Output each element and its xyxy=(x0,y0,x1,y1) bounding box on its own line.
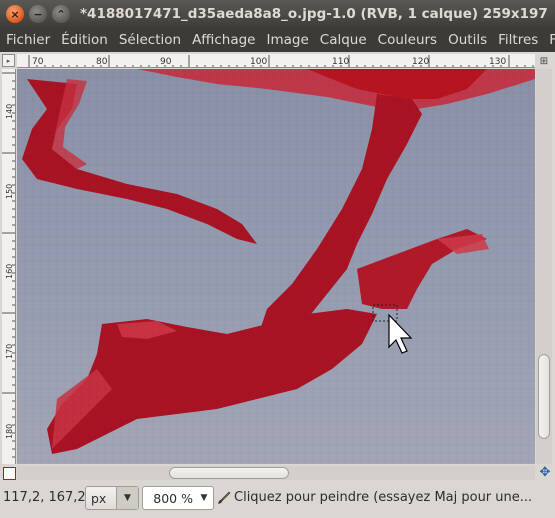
horizontal-ruler-ticks: 70 80 90 100 110 120 130 xyxy=(28,55,534,67)
maximize-window-button[interactable]: ⌃ xyxy=(52,5,70,23)
vertical-scrollbar[interactable] xyxy=(536,69,552,464)
menu-image[interactable]: Image xyxy=(260,32,313,48)
menu-couleurs[interactable]: Couleurs xyxy=(372,32,442,48)
ruler-label-90: 90 xyxy=(160,57,172,67)
vertical-ruler[interactable]: 140 150 160 170 180 xyxy=(2,69,16,464)
horizontal-scroll-thumb[interactable] xyxy=(169,467,289,479)
window-title: *4188017471_d35aeda8a8_o.jpg-1.0 (RVB, 1… xyxy=(80,6,548,22)
ruler-label-160: 160 xyxy=(5,264,14,279)
ruler-label-170: 170 xyxy=(5,344,14,359)
menu-arrow-icon[interactable]: ▸ xyxy=(2,54,15,67)
ruler-label-130: 130 xyxy=(489,57,506,67)
minimize-icon: − xyxy=(33,7,43,21)
ruler-label-140: 140 xyxy=(5,104,14,119)
close-window-button[interactable]: × xyxy=(6,5,24,23)
pixel-art-drawing xyxy=(17,69,535,464)
navigate-icon-bottom[interactable]: ✥ xyxy=(538,466,552,480)
menu-fenetres[interactable]: Fenê xyxy=(543,32,555,48)
status-hint: Cliquez pour peindre (essayez Maj pour u… xyxy=(217,490,532,505)
menu-outils[interactable]: Outils xyxy=(442,32,492,48)
menu-calque[interactable]: Calque xyxy=(314,32,372,48)
zoom-selector[interactable]: 800 % ▼ xyxy=(142,486,214,510)
maximize-icon: ⌃ xyxy=(56,7,66,21)
menu-edition[interactable]: Édition xyxy=(55,32,113,48)
menu-selection[interactable]: Sélection xyxy=(113,32,186,48)
ruler-label-110: 110 xyxy=(332,57,349,67)
title-bar: × − ⌃ *4188017471_d35aeda8a8_o.jpg-1.0 (… xyxy=(0,0,555,28)
ruler-label-120: 120 xyxy=(412,57,429,67)
menu-affichage[interactable]: Affichage xyxy=(186,32,260,48)
menu-filtres[interactable]: Filtres xyxy=(492,32,543,48)
unit-value: px xyxy=(91,490,107,506)
image-canvas[interactable] xyxy=(17,69,535,464)
pointer-coordinates: 117,2, 167,2 xyxy=(3,490,86,505)
vertical-ruler-ticks: 140 150 160 170 180 xyxy=(2,72,15,458)
minimize-window-button[interactable]: − xyxy=(29,5,47,23)
horizontal-ruler[interactable]: 70 80 90 100 110 120 130 xyxy=(17,54,535,68)
status-hint-text: Cliquez pour peindre (essayez Maj pour u… xyxy=(234,490,533,505)
ruler-label-180: 180 xyxy=(5,424,14,439)
horizontal-scrollbar[interactable] xyxy=(17,466,535,480)
status-bar: 117,2, 167,2 px ▼ 800 % ▼ Cliquez pour p… xyxy=(0,482,555,518)
ruler-label-150: 150 xyxy=(5,184,14,199)
zoom-value[interactable]: 800 % xyxy=(143,491,195,506)
menu-fichier[interactable]: Fichier xyxy=(0,32,55,48)
menu-bar: Fichier Édition Sélection Affichage Imag… xyxy=(0,28,555,52)
chevron-down-icon[interactable]: ▼ xyxy=(195,493,213,503)
ruler-label-70: 70 xyxy=(32,57,44,67)
vertical-scroll-thumb[interactable] xyxy=(538,354,550,439)
chevron-down-icon[interactable]: ▼ xyxy=(116,487,138,509)
navigate-icon[interactable]: ⊞ xyxy=(536,54,552,68)
brush-icon xyxy=(218,491,231,504)
close-icon: × xyxy=(10,7,20,21)
ruler-label-100: 100 xyxy=(250,57,267,67)
ruler-label-80: 80 xyxy=(96,57,108,67)
canvas-area: ▸ 70 80 90 100 110 120 130 ⊞ 140 150 160… xyxy=(0,52,555,482)
horizontal-scroll-area: ✥ xyxy=(0,464,555,482)
quick-mask-icon[interactable] xyxy=(3,467,16,480)
unit-selector[interactable]: px ▼ xyxy=(85,486,139,510)
